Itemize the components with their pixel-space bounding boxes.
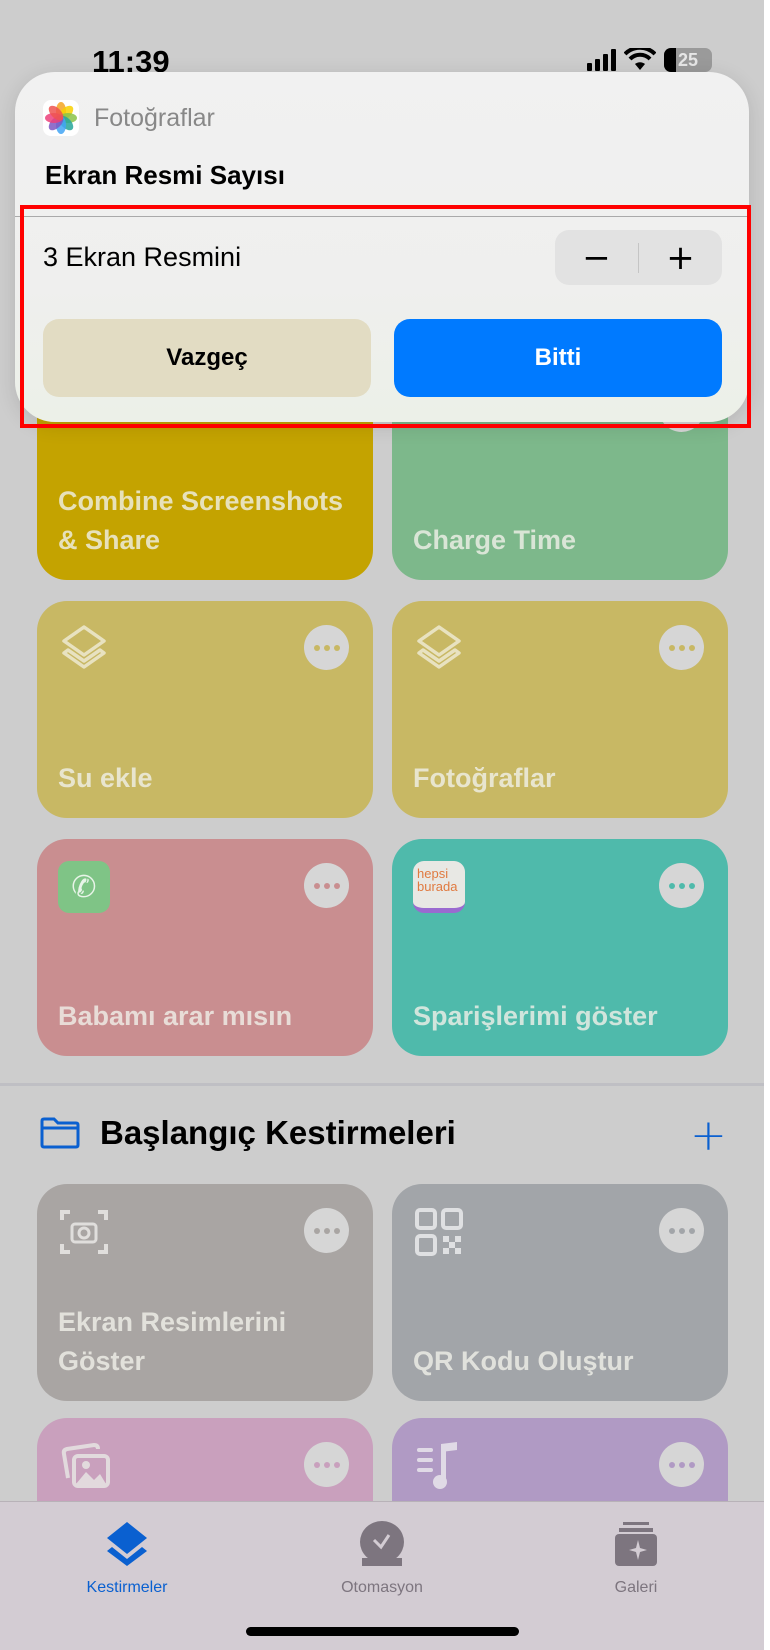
section-header: Başlangıç Kestirmeleri [40,1114,456,1152]
shortcut-tile[interactable]: hepsi burada Sparişlerimi göster [392,839,728,1056]
more-button[interactable] [304,1442,349,1487]
phone-app-icon: ✆ [58,861,110,913]
status-icons: 25 [587,48,712,72]
app-name: Fotoğraflar [94,104,215,132]
shortcut-tile[interactable]: Su ekle [37,601,373,818]
section-divider [0,1083,764,1086]
dialog-title: Ekran Resmi Sayısı [45,160,285,190]
battery-icon: 25 [664,48,712,72]
add-shortcut-button[interactable]: + [690,1110,727,1161]
more-button[interactable] [659,625,704,670]
home-indicator[interactable] [246,1627,519,1636]
shortcut-label: Ekran Resimlerini Göster [58,1307,287,1376]
tab-otomasyon[interactable]: Otomasyon [302,1520,462,1597]
highlight-box [20,205,751,428]
section-title: Başlangıç Kestirmeleri [100,1114,456,1151]
photos-stack-icon [61,1442,110,1488]
music-list-icon [417,1442,457,1489]
tab-label: Galeri [614,1579,658,1596]
gallery-sparkle-icon [615,1522,657,1566]
tab-label: Otomasyon [341,1579,423,1596]
screen: 11:39 25 Combine Screenshots & Share Cha… [0,0,764,1650]
shortcut-label: Fotoğraflar [413,763,556,793]
shortcut-label: Su ekle [58,763,153,793]
shortcut-label: Charge Time [413,525,577,555]
shortcut-label: QR Kodu Oluştur [413,1346,634,1376]
tab-galeri[interactable]: Galeri [556,1520,716,1597]
qr-code-icon [415,1208,463,1256]
shortcut-tile[interactable]: Ekran Resimlerini Göster [37,1184,373,1401]
more-button[interactable] [304,625,349,670]
more-button[interactable] [659,863,704,908]
more-button[interactable] [659,1208,704,1253]
shortcuts-stack-icon [107,1522,147,1566]
signal-icon [587,49,616,71]
shortcut-tile[interactable]: Fotoğraflar [392,601,728,818]
shortcut-label: Sparişlerimi göster [413,1001,658,1031]
shortcut-label: Babamı arar mısın [58,1001,293,1031]
layers-icon [62,625,106,669]
more-button[interactable] [304,1208,349,1253]
layers-icon [417,625,461,669]
more-button[interactable] [304,863,349,908]
automation-clock-icon [360,1521,404,1566]
battery-level: 25 [677,50,699,70]
wifi-icon [624,48,656,70]
folder-icon[interactable] [40,1117,80,1149]
tab-label: Kestirmeler [86,1579,168,1596]
hepsiburada-app-icon: hepsi burada [413,861,465,913]
shortcut-label: Combine Screenshots & Share [58,486,344,555]
shortcut-tile[interactable]: ✆ Babamı arar mısın [37,839,373,1056]
more-button[interactable] [659,1442,704,1487]
tab-kestirmeler[interactable]: Kestirmeler [47,1520,207,1597]
camera-viewfinder-icon [60,1210,108,1254]
photos-app-icon [43,100,79,136]
shortcut-tile[interactable]: QR Kodu Oluştur [392,1184,728,1401]
